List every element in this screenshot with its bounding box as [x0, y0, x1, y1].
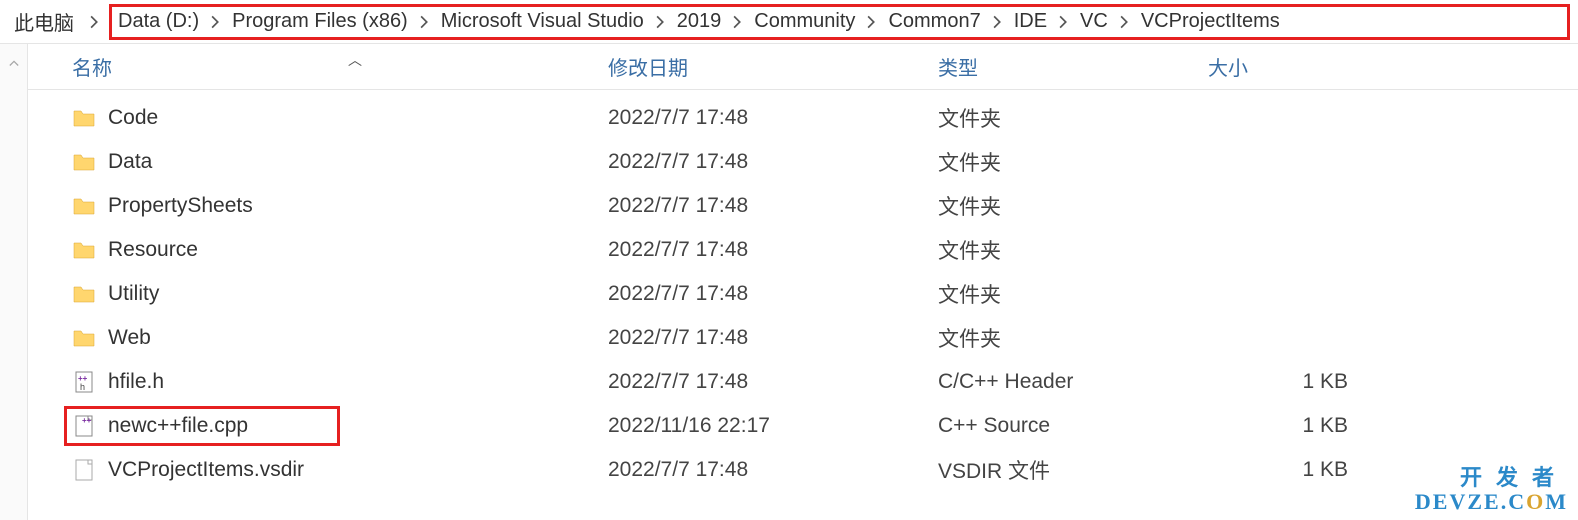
cell-name: ++h hfile.h	[28, 370, 608, 394]
table-row[interactable]: ++h hfile.h 2022/7/7 17:48C/C++ Header1 KB	[28, 360, 1578, 404]
column-name[interactable]: 名称 ︿	[28, 52, 608, 81]
folder-icon	[72, 106, 96, 130]
cell-date: 2022/7/7 17:48	[608, 370, 938, 394]
folder-icon	[72, 282, 96, 306]
column-size[interactable]: 大小	[1208, 52, 1408, 81]
breadcrumb-path-box: Data (D:) Program Files (x86) Microsoft Vi…	[109, 4, 1570, 40]
highlight-box	[64, 406, 340, 446]
table-row[interactable]: VCProjectItems.vsdir 2022/7/7 17:48VSDIR …	[28, 448, 1578, 492]
file-name: Code	[108, 106, 158, 130]
svg-text:h: h	[80, 382, 85, 392]
breadcrumb-bar: 此电脑 Data (D:) Program Files (x86) Microsof…	[0, 0, 1578, 44]
breadcrumb-item[interactable]: Program Files (x86)	[230, 10, 410, 33]
cell-type: C++ Source	[938, 414, 1208, 438]
breadcrumb-item[interactable]: Community	[752, 10, 857, 33]
folder-icon	[72, 326, 96, 350]
breadcrumb-item[interactable]: 2019	[675, 10, 724, 33]
hfile-icon: ++h	[72, 370, 96, 394]
cell-name: PropertySheets	[28, 194, 608, 218]
breadcrumb-item[interactable]: IDE	[1012, 10, 1049, 33]
file-name: PropertySheets	[108, 194, 253, 218]
nav-strip	[0, 44, 28, 520]
table-row[interactable]: Resource 2022/7/7 17:48文件夹	[28, 228, 1578, 272]
cell-type: VSDIR 文件	[938, 455, 1208, 485]
breadcrumb-root[interactable]: 此电脑	[8, 3, 80, 40]
cell-size: 1 KB	[1208, 414, 1408, 438]
cell-type: 文件夹	[938, 279, 1208, 309]
breadcrumb-label: 2019	[675, 10, 724, 33]
file-name: VCProjectItems.vsdir	[108, 458, 304, 482]
cell-date: 2022/7/7 17:48	[608, 106, 938, 130]
cell-size: 1 KB	[1208, 370, 1408, 394]
column-type[interactable]: 类型	[938, 52, 1208, 81]
cell-type: 文件夹	[938, 147, 1208, 177]
file-name: Data	[108, 150, 152, 174]
table-row[interactable]: Code 2022/7/7 17:48文件夹	[28, 96, 1578, 140]
chevron-right-icon[interactable]	[857, 15, 886, 29]
column-name-label: 名称	[72, 58, 112, 80]
file-name: Utility	[108, 282, 159, 306]
cell-date: 2022/7/7 17:48	[608, 458, 938, 482]
chevron-right-icon[interactable]	[723, 15, 752, 29]
file-listing: 名称 ︿ 修改日期 类型 大小 Code2022/7/7 17:48文件夹Dat…	[28, 44, 1578, 520]
folder-icon	[72, 150, 96, 174]
cell-name: VCProjectItems.vsdir	[28, 458, 608, 482]
columns-header: 名称 ︿ 修改日期 类型 大小	[28, 44, 1578, 90]
cell-size: 1 KB	[1208, 458, 1408, 482]
folder-icon	[72, 238, 96, 262]
chevron-right-icon[interactable]	[646, 15, 675, 29]
table-row[interactable]: Utility 2022/7/7 17:48文件夹	[28, 272, 1578, 316]
file-name: hfile.h	[108, 370, 164, 394]
breadcrumb-item[interactable]: VC	[1078, 10, 1110, 33]
cell-type: 文件夹	[938, 235, 1208, 265]
cell-name: Data	[28, 150, 608, 174]
file-icon	[72, 458, 96, 482]
file-name: Resource	[108, 238, 198, 262]
cell-name: Resource	[28, 238, 608, 262]
cell-type: 文件夹	[938, 323, 1208, 353]
chevron-right-icon[interactable]	[983, 15, 1012, 29]
cell-date: 2022/7/7 17:48	[608, 326, 938, 350]
cell-type: 文件夹	[938, 191, 1208, 221]
breadcrumb-label: Program Files (x86)	[230, 10, 410, 33]
table-row[interactable]: PropertySheets 2022/7/7 17:48文件夹	[28, 184, 1578, 228]
breadcrumb-label: Community	[752, 10, 857, 33]
table-row[interactable]: ++newc++file.cpp2022/11/16 22:17C++ Sour…	[28, 404, 1578, 448]
cell-date: 2022/7/7 17:48	[608, 194, 938, 218]
cell-date: 2022/7/7 17:48	[608, 282, 938, 306]
chevron-right-icon[interactable]	[1049, 15, 1078, 29]
table-row[interactable]: Data 2022/7/7 17:48文件夹	[28, 140, 1578, 184]
breadcrumb-label: IDE	[1012, 10, 1049, 33]
chevron-right-icon[interactable]	[201, 15, 230, 29]
folder-icon	[72, 194, 96, 218]
file-name: Web	[108, 326, 151, 350]
cell-name: Utility	[28, 282, 608, 306]
chevron-up-icon[interactable]	[9, 56, 19, 520]
cell-type: 文件夹	[938, 103, 1208, 133]
chevron-right-icon[interactable]	[80, 15, 109, 29]
chevron-right-icon[interactable]	[410, 15, 439, 29]
cell-date: 2022/7/7 17:48	[608, 150, 938, 174]
breadcrumb-label: Microsoft Visual Studio	[439, 10, 646, 33]
breadcrumb-item[interactable]: Data (D:)	[116, 10, 201, 33]
chevron-right-icon[interactable]	[1110, 15, 1139, 29]
breadcrumb-item[interactable]: VCProjectItems	[1139, 10, 1282, 33]
sort-caret-icon: ︿	[348, 50, 362, 70]
column-date[interactable]: 修改日期	[608, 52, 938, 81]
cell-date: 2022/7/7 17:48	[608, 238, 938, 262]
cell-name: Code	[28, 106, 608, 130]
breadcrumb-item[interactable]: Microsoft Visual Studio	[439, 10, 646, 33]
breadcrumb-item[interactable]: Common7	[886, 10, 982, 33]
table-row[interactable]: Web 2022/7/7 17:48文件夹	[28, 316, 1578, 360]
cell-date: 2022/11/16 22:17	[608, 414, 938, 438]
breadcrumb-label: VC	[1078, 10, 1110, 33]
breadcrumb-label: VCProjectItems	[1139, 10, 1282, 33]
cell-type: C/C++ Header	[938, 370, 1208, 394]
breadcrumb-label: Data (D:)	[116, 10, 201, 33]
cell-name: Web	[28, 326, 608, 350]
breadcrumb-label: Common7	[886, 10, 982, 33]
